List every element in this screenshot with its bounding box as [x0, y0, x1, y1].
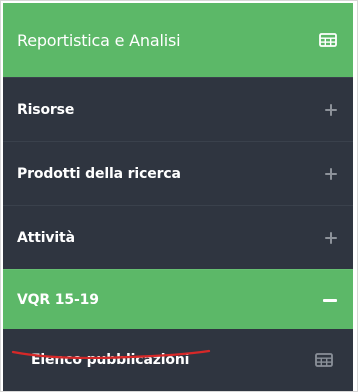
sidebar-subitem-elenco-pubblicazioni[interactable]: Elenco pubblicazioni [3, 329, 353, 391]
sidebar-header-reportistica[interactable]: Reportistica e Analisi [3, 3, 353, 77]
plus-icon [325, 231, 337, 244]
sidebar-item-risorse[interactable]: Risorse [3, 77, 353, 141]
sidebar-item-vqr-15-19[interactable]: VQR 15-19 [3, 269, 353, 329]
minus-icon [323, 293, 337, 307]
sidebar-menu: Reportistica e Analisi Risorse Prodotti … [0, 0, 358, 392]
table-icon [315, 353, 333, 367]
sidebar-item-attivita[interactable]: Attività [3, 205, 353, 269]
sidebar-item-label: VQR 15-19 [17, 291, 99, 308]
table-icon [319, 33, 337, 47]
sidebar-item-label: Attività [17, 229, 75, 246]
sidebar-header-label: Reportistica e Analisi [17, 30, 181, 50]
sidebar-item-prodotti-della-ricerca[interactable]: Prodotti della ricerca [3, 141, 353, 205]
sidebar-item-label: Risorse [17, 101, 75, 118]
plus-icon [325, 167, 337, 180]
sidebar-subitem-label: Elenco pubblicazioni [31, 352, 190, 368]
plus-icon [325, 103, 337, 116]
sidebar-item-label: Prodotti della ricerca [17, 165, 181, 182]
sidebar-inner: Reportistica e Analisi Risorse Prodotti … [3, 3, 353, 391]
